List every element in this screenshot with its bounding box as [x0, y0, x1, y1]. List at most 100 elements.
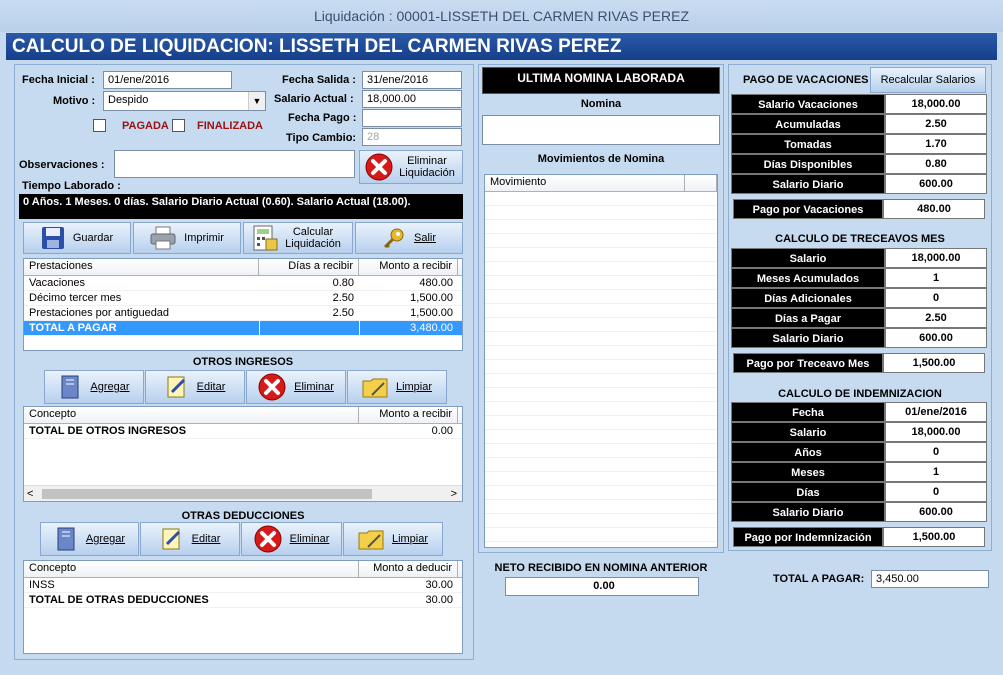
- salir-button[interactable]: Salir: [355, 222, 463, 254]
- delete-icon: [254, 525, 282, 553]
- chevron-down-icon[interactable]: ▼: [248, 92, 265, 110]
- table-header: Prestaciones Días a recibir Monto a reci…: [24, 259, 462, 276]
- clear-folder-icon: [358, 530, 384, 550]
- vacaciones-row: Tomadas 1.70: [731, 134, 987, 154]
- calculator-icon: [253, 225, 278, 251]
- table-row[interactable]: Décimo tercer mes 2.50 1,500.00: [24, 291, 462, 306]
- vacaciones-title: PAGO DE VACACIONES: [743, 74, 869, 86]
- pago-treceavo-row: Pago por Treceavo Mes 1,500.00: [733, 353, 985, 373]
- recalcular-salarios-button[interactable]: Recalcular Salarios: [870, 67, 986, 93]
- add-document-icon: [57, 527, 75, 551]
- otros-ingresos-table[interactable]: Concepto Monto a recibir TOTAL DE OTROS …: [23, 406, 463, 502]
- table-row[interactable]: Prestaciones por antiguedad 2.50 1,500.00: [24, 306, 462, 321]
- clear-folder-icon: [362, 378, 388, 398]
- treceavos-table: Salario 18,000.00 Meses Acumulados 1 Días …: [731, 248, 987, 348]
- table-row[interactable]: Vacaciones 0.80 480.00: [24, 276, 462, 291]
- oi-limpiar-button[interactable]: Limpiar: [347, 370, 447, 404]
- oi-editar-button[interactable]: Editar: [145, 370, 245, 404]
- pago-vacaciones-row: Pago por Vacaciones 480.00: [733, 199, 985, 219]
- vacaciones-row: Acumuladas 2.50: [731, 114, 987, 134]
- key-icon: [383, 228, 404, 249]
- salario-actual-input[interactable]: 18,000.00: [362, 90, 462, 108]
- tipo-cambio-input[interactable]: 28: [362, 128, 462, 146]
- movimientos-table[interactable]: Movimiento: [484, 174, 718, 548]
- table-row-total[interactable]: TOTAL A PAGAR 3,480.00: [24, 321, 462, 336]
- nomina-input[interactable]: [482, 115, 720, 145]
- finalizada-checkbox[interactable]: [172, 119, 185, 132]
- page-title: CALCULO DE LIQUIDACION: LISSETH DEL CARM…: [6, 33, 997, 60]
- edit-icon: [167, 376, 185, 398]
- indemnizacion-row: Días 0: [731, 482, 987, 502]
- imprimir-button[interactable]: Imprimir: [133, 222, 241, 254]
- vacaciones-row: Salario Vacaciones 18,000.00: [731, 94, 987, 114]
- scrollbar-thumb[interactable]: [42, 489, 372, 499]
- movimientos-label: Movimientos de Nomina: [537, 153, 665, 165]
- fecha-salida-input[interactable]: 31/ene/2016: [362, 71, 462, 89]
- table-row[interactable]: TOTAL DE OTRAS DEDUCCIONES 30.00: [24, 593, 462, 608]
- horizontal-scrollbar[interactable]: < >: [24, 485, 462, 501]
- motivo-value: Despido: [108, 94, 149, 106]
- od-editar-button[interactable]: Editar: [140, 522, 240, 556]
- pagada-label: PAGADA: [122, 120, 169, 132]
- indemnizacion-row: Fecha 01/ene/2016: [731, 402, 987, 422]
- indemnizacion-row: Meses 1: [731, 462, 987, 482]
- scroll-left-icon[interactable]: <: [27, 486, 33, 501]
- scroll-right-icon[interactable]: >: [451, 486, 457, 501]
- oi-eliminar-button[interactable]: Eliminar: [246, 370, 346, 404]
- table-row[interactable]: INSS 30.00: [24, 578, 462, 593]
- fecha-pago-input[interactable]: [362, 109, 462, 127]
- eliminar-liquidacion-button[interactable]: Eliminar Liquidación: [359, 150, 463, 184]
- treceavos-row: Días Adicionales 0: [731, 288, 987, 308]
- indemnizacion-row: Años 0: [731, 442, 987, 462]
- observaciones-input[interactable]: [114, 150, 355, 178]
- indemnizacion-title: CALCULO DE INDEMNIZACION: [778, 388, 942, 400]
- od-agregar-button[interactable]: Agregar: [40, 522, 139, 556]
- vacaciones-row: Salario Diario 600.00: [731, 174, 987, 194]
- delete-icon: [365, 153, 393, 181]
- oi-agregar-button[interactable]: Agregar: [44, 370, 144, 404]
- table-header: Movimiento: [485, 175, 717, 192]
- treceavos-row: Meses Acumulados 1: [731, 268, 987, 288]
- total-pagar-label: TOTAL A PAGAR:: [773, 573, 865, 585]
- neto-value[interactable]: 0.00: [505, 577, 699, 596]
- otras-deducciones-table[interactable]: Concepto Monto a deducir INSS 30.00 TOTAL…: [23, 560, 463, 654]
- calcular-liquidacion-button[interactable]: Calcular Liquidación: [243, 222, 353, 254]
- observaciones-label: Observaciones :: [19, 159, 105, 171]
- total-pagar-value[interactable]: 3,450.00: [871, 570, 989, 588]
- tipo-cambio-label: Tipo Cambio:: [286, 132, 357, 144]
- prestaciones-table[interactable]: Prestaciones Días a recibir Monto a reci…: [23, 258, 463, 351]
- delete-icon: [258, 373, 286, 401]
- printer-icon: [150, 226, 176, 250]
- table-header: Concepto Monto a recibir: [24, 407, 462, 424]
- indemnizacion-row: Salario 18,000.00: [731, 422, 987, 442]
- treceavos-title: CALCULO DE TRECEAVOS MES: [775, 233, 945, 245]
- motivo-select[interactable]: Despido ▼: [103, 91, 266, 111]
- finalizada-label: FINALIZADA: [197, 120, 263, 132]
- table-row[interactable]: TOTAL DE OTROS INGRESOS 0.00: [24, 424, 462, 439]
- fecha-inicial-input[interactable]: 01/ene/2016: [103, 71, 232, 89]
- pagada-checkbox[interactable]: [93, 119, 106, 132]
- fecha-pago-label: Fecha Pago :: [288, 112, 357, 124]
- pago-indemnizacion-row: Pago por Indemnización 1,500.00: [733, 527, 985, 547]
- save-icon: [41, 227, 64, 249]
- movimientos-empty-area: [485, 192, 717, 547]
- treceavos-row: Salario 18,000.00: [731, 248, 987, 268]
- ultima-nomina-header: ULTIMA NOMINA LABORADA: [482, 67, 720, 94]
- tiempo-laborado-label: Tiempo Laborado :: [22, 180, 121, 192]
- guardar-button[interactable]: Guardar: [23, 222, 131, 254]
- otras-deducciones-title: OTRAS DEDUCCIONES: [181, 510, 305, 522]
- window-title: Liquidación : 00001-LISSETH DEL CARMEN R…: [0, 0, 1003, 32]
- edit-icon: [162, 528, 180, 550]
- add-document-icon: [61, 375, 79, 399]
- fecha-salida-label: Fecha Salida :: [282, 74, 356, 86]
- indemnizacion-table: Fecha 01/ene/2016 Salario 18,000.00 Años 0 …: [731, 402, 987, 522]
- od-eliminar-button[interactable]: Eliminar: [241, 522, 342, 556]
- tiempo-laborado-value: 0 Años. 1 Meses. 0 días. Salario Diario …: [19, 194, 463, 219]
- nomina-label: Nomina: [580, 98, 622, 110]
- treceavos-row: Salario Diario 600.00: [731, 328, 987, 348]
- otros-ingresos-title: OTROS INGRESOS: [192, 356, 294, 368]
- motivo-label: Motivo :: [53, 95, 96, 107]
- od-limpiar-button[interactable]: Limpiar: [343, 522, 443, 556]
- vacaciones-row: Días Disponibles 0.80: [731, 154, 987, 174]
- treceavos-row: Días a Pagar 2.50: [731, 308, 987, 328]
